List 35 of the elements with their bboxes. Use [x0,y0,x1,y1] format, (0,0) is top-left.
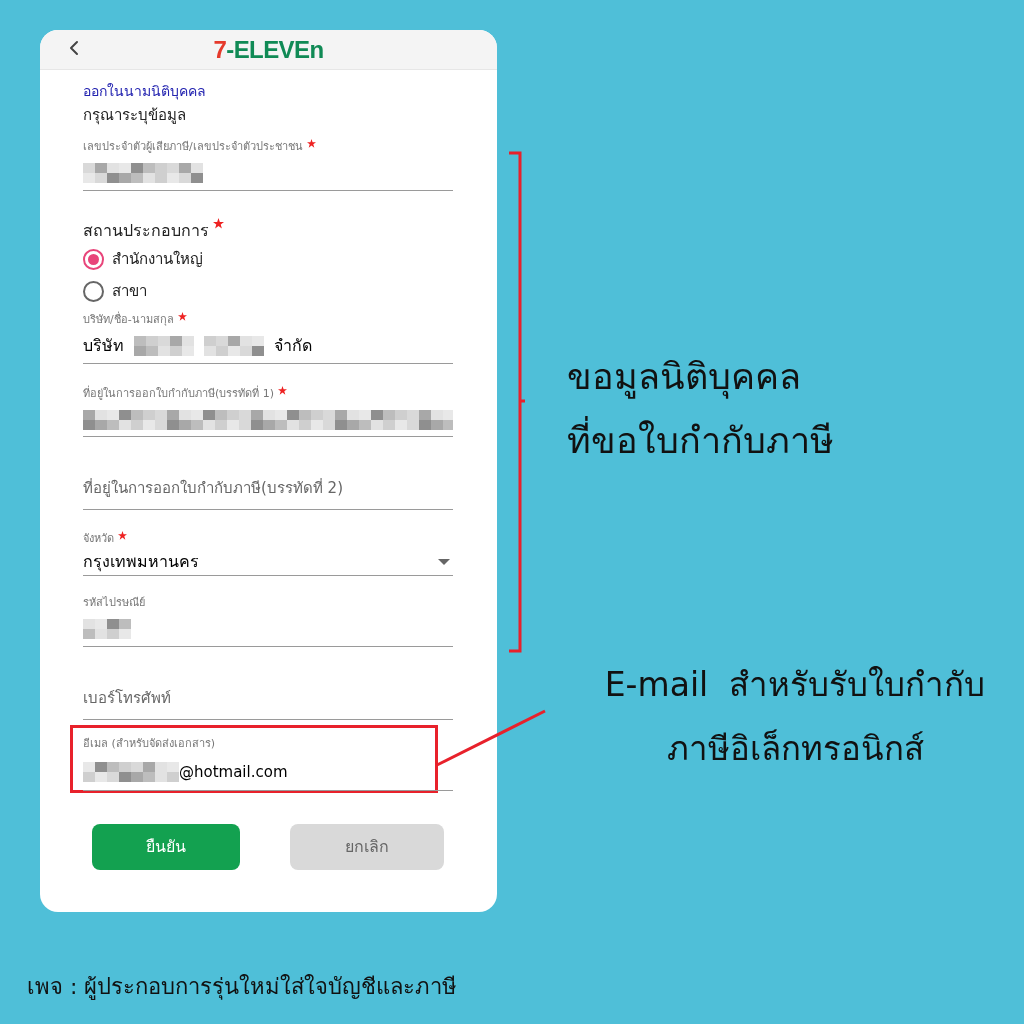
radio-button[interactable] [83,248,104,270]
field-value: บริษัท [83,335,124,357]
input-field[interactable]: เบอร์โทรศัพท์ [83,687,453,720]
blurred-text-drawing [204,336,264,356]
logo: 7-ELEVEn [213,35,324,64]
footer-credit: เพจ : ผู้ประกอบการรุ่นใหม่ใส่ใจบัญชีและภาษี [27,973,458,1002]
field-label: อีเมล (สำหรับจัดส่งเอกสาร) [83,737,216,751]
confirm-button[interactable]: ยืนยัน [92,824,240,870]
input-field[interactable]: ที่อยู่ในการออกใบกำกับภาษี(บรรทัดที่ 1) [83,387,453,437]
dropdown-caret-icon[interactable] [438,558,450,566]
input-field[interactable]: เลขประจำตัวผู้เสียภาษี/เลขประจำตัวประชาชน [83,140,453,191]
input-field[interactable]: จังหวัด กรุงเทพมหานคร [83,532,453,576]
input-field[interactable]: บริษัท/ชื่อ-นามสกุล บริษัท จำกัด [83,313,453,364]
section-title: ออกในนามนิติบุคคล [83,82,207,100]
input-field[interactable]: รหัสไปรษณีย์ [83,596,453,647]
radio-label: สำนักงานใหญ่ [112,249,203,270]
input-field[interactable]: อีเมล (สำหรับจัดส่งเอกสาร) @hotmail.com [83,737,435,783]
form-subtitle: กรุณาระบุข้อมูล [83,106,187,124]
field-value: จำกัด [274,335,312,357]
field-label: บริษัท/ชื่อ-นามสกุล [83,313,174,327]
input-field[interactable]: ที่อยู่ในการออกใบกำกับภาษี(บรรทัดที่ 2) [83,477,453,510]
field-label: สถานประกอบการ [83,222,209,240]
radio-label: สาขา [112,281,147,302]
blurred-text-drawing [83,619,131,639]
radio-button[interactable] [83,280,104,302]
field-label: ที่อยู่ในการออกใบกำกับภาษี(บรรทัดที่ 1) [83,387,275,401]
blurred-text-drawing [134,336,194,356]
field-value: @hotmail.com [179,762,288,783]
field-label: เลขประจำตัวผู้เสียภาษี/เลขประจำตัวประชาชน [83,140,303,154]
annotation-text: E-mail สำหรับรับใบกำกับ ภาษีอิเล็กทรอนิกส์ [603,664,987,770]
cancel-button[interactable]: ยกเลิก [290,824,444,870]
field-label: จังหวัด [83,532,114,546]
field-label: รหัสไปรษณีย์ [83,596,145,610]
annotation-text: ขอมูลนิติบุคคล ที่ขอใบกำกับภาษี [567,355,834,463]
field-value: กรุงเทพมหานคร [83,551,199,573]
